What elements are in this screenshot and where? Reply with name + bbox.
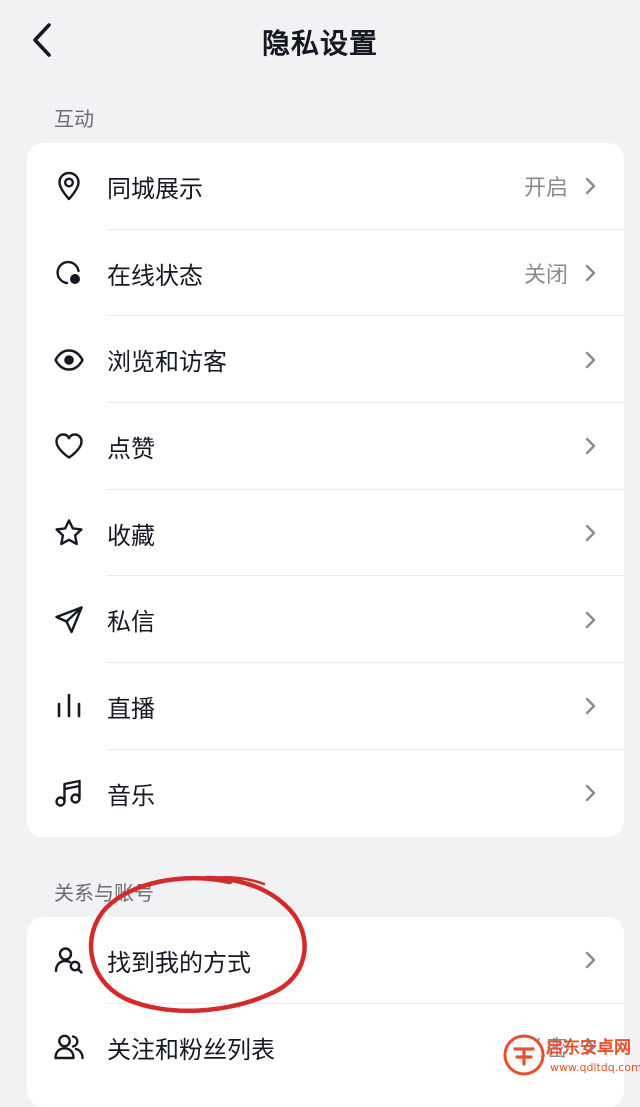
setting-value: 开启 — [523, 176, 568, 202]
setting-label: 点赞 — [107, 434, 155, 463]
interaction-settings-card: 同城展示 开启 在线状态 关闭 浏览和访客 点赞 收藏 私信 直播 音乐 — [27, 143, 624, 837]
setting-label: 关注和粉丝列表 — [107, 1035, 275, 1064]
setting-row-messages[interactable]: 私信 — [27, 576, 624, 664]
chevron-right-icon — [585, 952, 596, 969]
setting-label: 浏览和访客 — [107, 348, 227, 377]
chevron-right-icon — [585, 698, 596, 715]
setting-row-favorites[interactable]: 收藏 — [27, 490, 624, 577]
music-note-icon — [53, 777, 85, 809]
watermark: 启东安卓网 www.qdltdq.com — [500, 1027, 640, 1087]
chevron-right-icon — [585, 611, 596, 628]
online-status-icon — [53, 257, 85, 289]
chevron-right-icon — [585, 524, 596, 542]
setting-row-live[interactable]: 直播 — [27, 663, 624, 750]
watermark-logo-icon — [503, 1034, 545, 1076]
setting-label: 收藏 — [107, 521, 155, 550]
chevron-right-icon — [585, 438, 596, 455]
star-icon — [53, 517, 85, 549]
header: 隐私设置 — [0, 0, 640, 82]
setting-row-browsing-visitors[interactable]: 浏览和访客 — [27, 316, 624, 404]
setting-row-likes[interactable]: 点赞 — [27, 403, 624, 490]
setting-row-nearby[interactable]: 同城展示 开启 — [27, 143, 624, 230]
setting-label: 私信 — [107, 608, 155, 637]
heart-icon — [53, 430, 85, 462]
setting-label: 音乐 — [107, 781, 155, 810]
setting-row-find-me[interactable]: 找到我的方式 — [27, 917, 624, 1004]
watermark-text: 启东安卓网 — [546, 1038, 631, 1058]
section-label-interaction: 互动 — [54, 107, 94, 131]
watermark-url: www.qdltdq.com — [550, 1061, 640, 1074]
live-bars-icon — [53, 690, 85, 722]
section-label-relations-account: 关系与账号 — [54, 881, 154, 905]
person-search-icon — [53, 944, 85, 976]
setting-row-music[interactable]: 音乐 — [27, 750, 624, 837]
setting-label: 在线状态 — [107, 261, 203, 290]
setting-row-online-status[interactable]: 在线状态 关闭 — [27, 230, 624, 317]
chevron-right-icon — [585, 264, 596, 282]
setting-label: 同城展示 — [107, 174, 203, 203]
setting-value: 关闭 — [523, 263, 568, 289]
setting-label: 找到我的方式 — [107, 948, 251, 977]
chevron-right-icon — [585, 784, 596, 802]
users-icon — [53, 1031, 85, 1063]
setting-label: 直播 — [107, 694, 155, 723]
location-pin-icon — [53, 170, 85, 202]
eye-icon — [53, 344, 85, 376]
chevron-right-icon — [585, 351, 596, 368]
page-title: 隐私设置 — [261, 27, 378, 60]
chevron-right-icon — [585, 178, 596, 195]
paper-plane-icon — [53, 604, 85, 636]
